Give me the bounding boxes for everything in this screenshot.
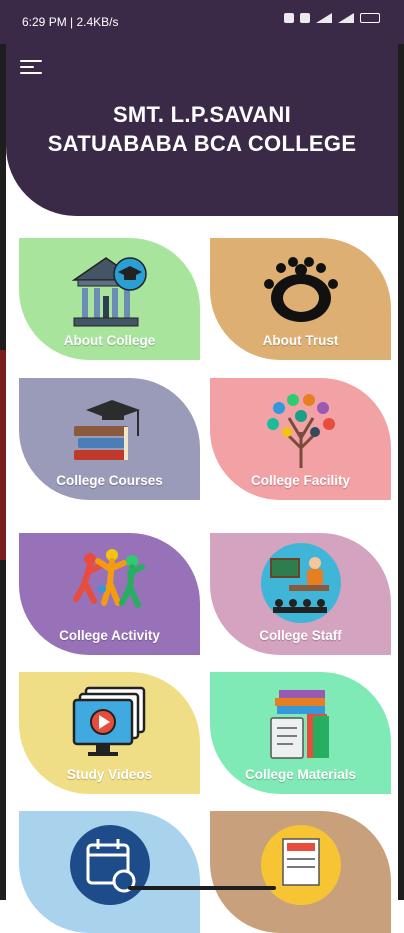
background-strip [0, 350, 6, 560]
tile-label: About Trust [262, 333, 339, 348]
notification-icon [284, 13, 294, 23]
tile-label: College Activity [59, 628, 160, 643]
about-college-tile[interactable]: About College [19, 238, 200, 360]
tile-label: College Facility [250, 473, 351, 488]
about-trust-tile[interactable]: About Trust [210, 238, 391, 360]
tile-label: Study Videos [66, 767, 153, 782]
college-materials-tile[interactable]: College Materials [210, 672, 391, 794]
title-line-2: SATUABABA BCA COLLEGE [47, 131, 357, 156]
right-frame-edge [398, 0, 404, 900]
video-monitor-icon [72, 686, 145, 756]
dancing-people-icon [72, 549, 145, 608]
college-building-icon [71, 257, 147, 327]
study-videos-tile[interactable]: Study Videos [19, 672, 200, 794]
college-courses-tile[interactable]: College Courses [19, 378, 200, 500]
menu-line [20, 72, 42, 74]
tile-label: College Materials [244, 767, 357, 782]
menu-button[interactable] [20, 58, 46, 78]
tile-label: College Staff [259, 628, 342, 643]
college-staff-tile[interactable]: College Staff [210, 533, 391, 655]
trust-meeting-icon [263, 257, 338, 322]
technology-tree-icon [266, 394, 335, 468]
news-icon [260, 825, 341, 905]
signal-icon [316, 13, 332, 23]
calendar-icon [69, 825, 150, 905]
menu-line [20, 60, 42, 62]
battery-icon [360, 13, 380, 23]
hd-icon [300, 13, 310, 23]
home-indicator[interactable] [128, 886, 276, 890]
tile-label: About College [63, 333, 156, 348]
menu-line [20, 66, 34, 68]
college-activity-tile[interactable]: College Activity [19, 533, 200, 655]
college-facility-tile[interactable]: College Facility [210, 378, 391, 500]
teacher-classroom-icon [260, 543, 341, 623]
tile-label: College Courses [56, 473, 163, 488]
news-tile[interactable] [210, 811, 391, 933]
signal2-icon [338, 13, 354, 23]
materials-books-icon [269, 690, 329, 759]
title-line-1: SMT. L.P.SAVANI [112, 102, 292, 127]
college-title: SMT. L.P.SAVANI SATUABABA BCA COLLEGE [6, 100, 398, 158]
calendar-tile[interactable] [19, 811, 200, 933]
status-icons [284, 13, 380, 23]
status-time: 6:29 PM | 2.4KB/s [22, 15, 119, 29]
books-graduation-icon [73, 400, 140, 460]
